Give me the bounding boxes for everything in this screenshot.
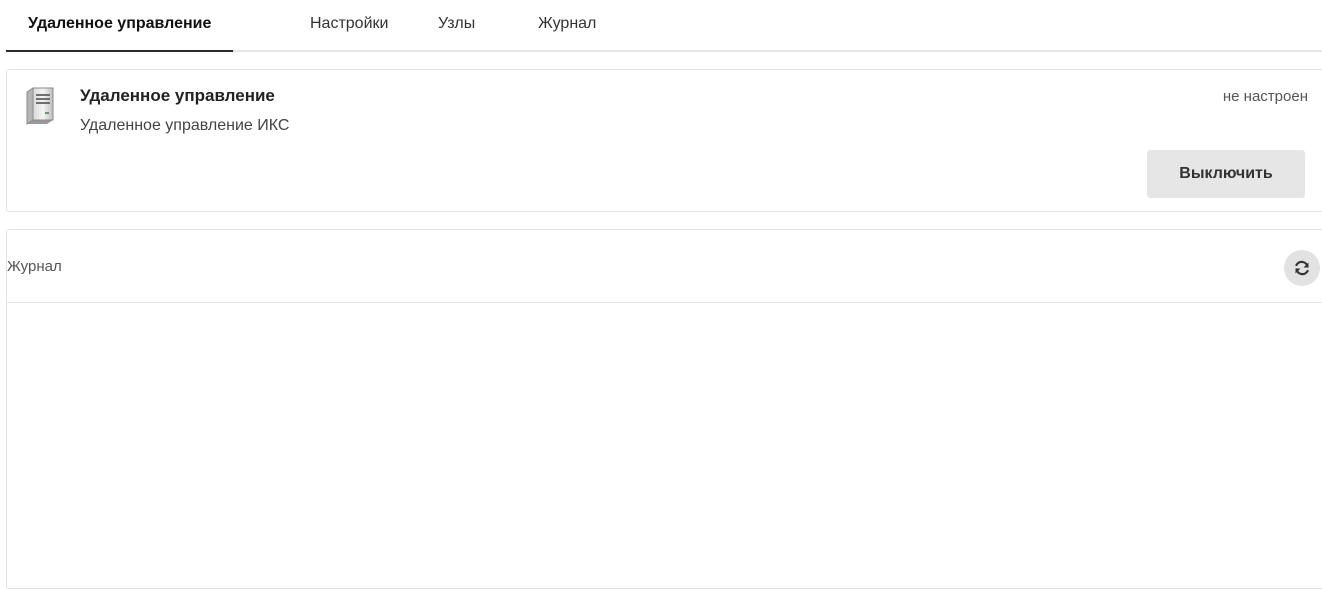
refresh-icon <box>1295 260 1309 276</box>
log-header: Журнал <box>7 230 1322 303</box>
module-card: Удаленное управление Удаленное управлени… <box>6 69 1322 212</box>
log-panel: Журнал <box>6 229 1322 589</box>
module-title: Удаленное управление <box>80 86 275 105</box>
tab-settings[interactable]: Настройки <box>310 0 388 52</box>
server-icon <box>23 86 57 126</box>
refresh-button[interactable] <box>1284 250 1320 286</box>
tab-log[interactable]: Журнал <box>538 0 596 52</box>
status-text: не настроен <box>1222 88 1308 105</box>
log-title: Журнал <box>7 258 62 275</box>
tab-bar: Удаленное управление Настройки Узлы Журн… <box>6 0 1322 52</box>
disable-button[interactable]: Выключить <box>1147 150 1305 198</box>
tab-remote-control[interactable]: Удаленное управление <box>6 0 234 52</box>
module-subtitle: Удаленное управление ИКС <box>80 117 290 134</box>
tab-nodes[interactable]: Узлы <box>438 0 475 52</box>
